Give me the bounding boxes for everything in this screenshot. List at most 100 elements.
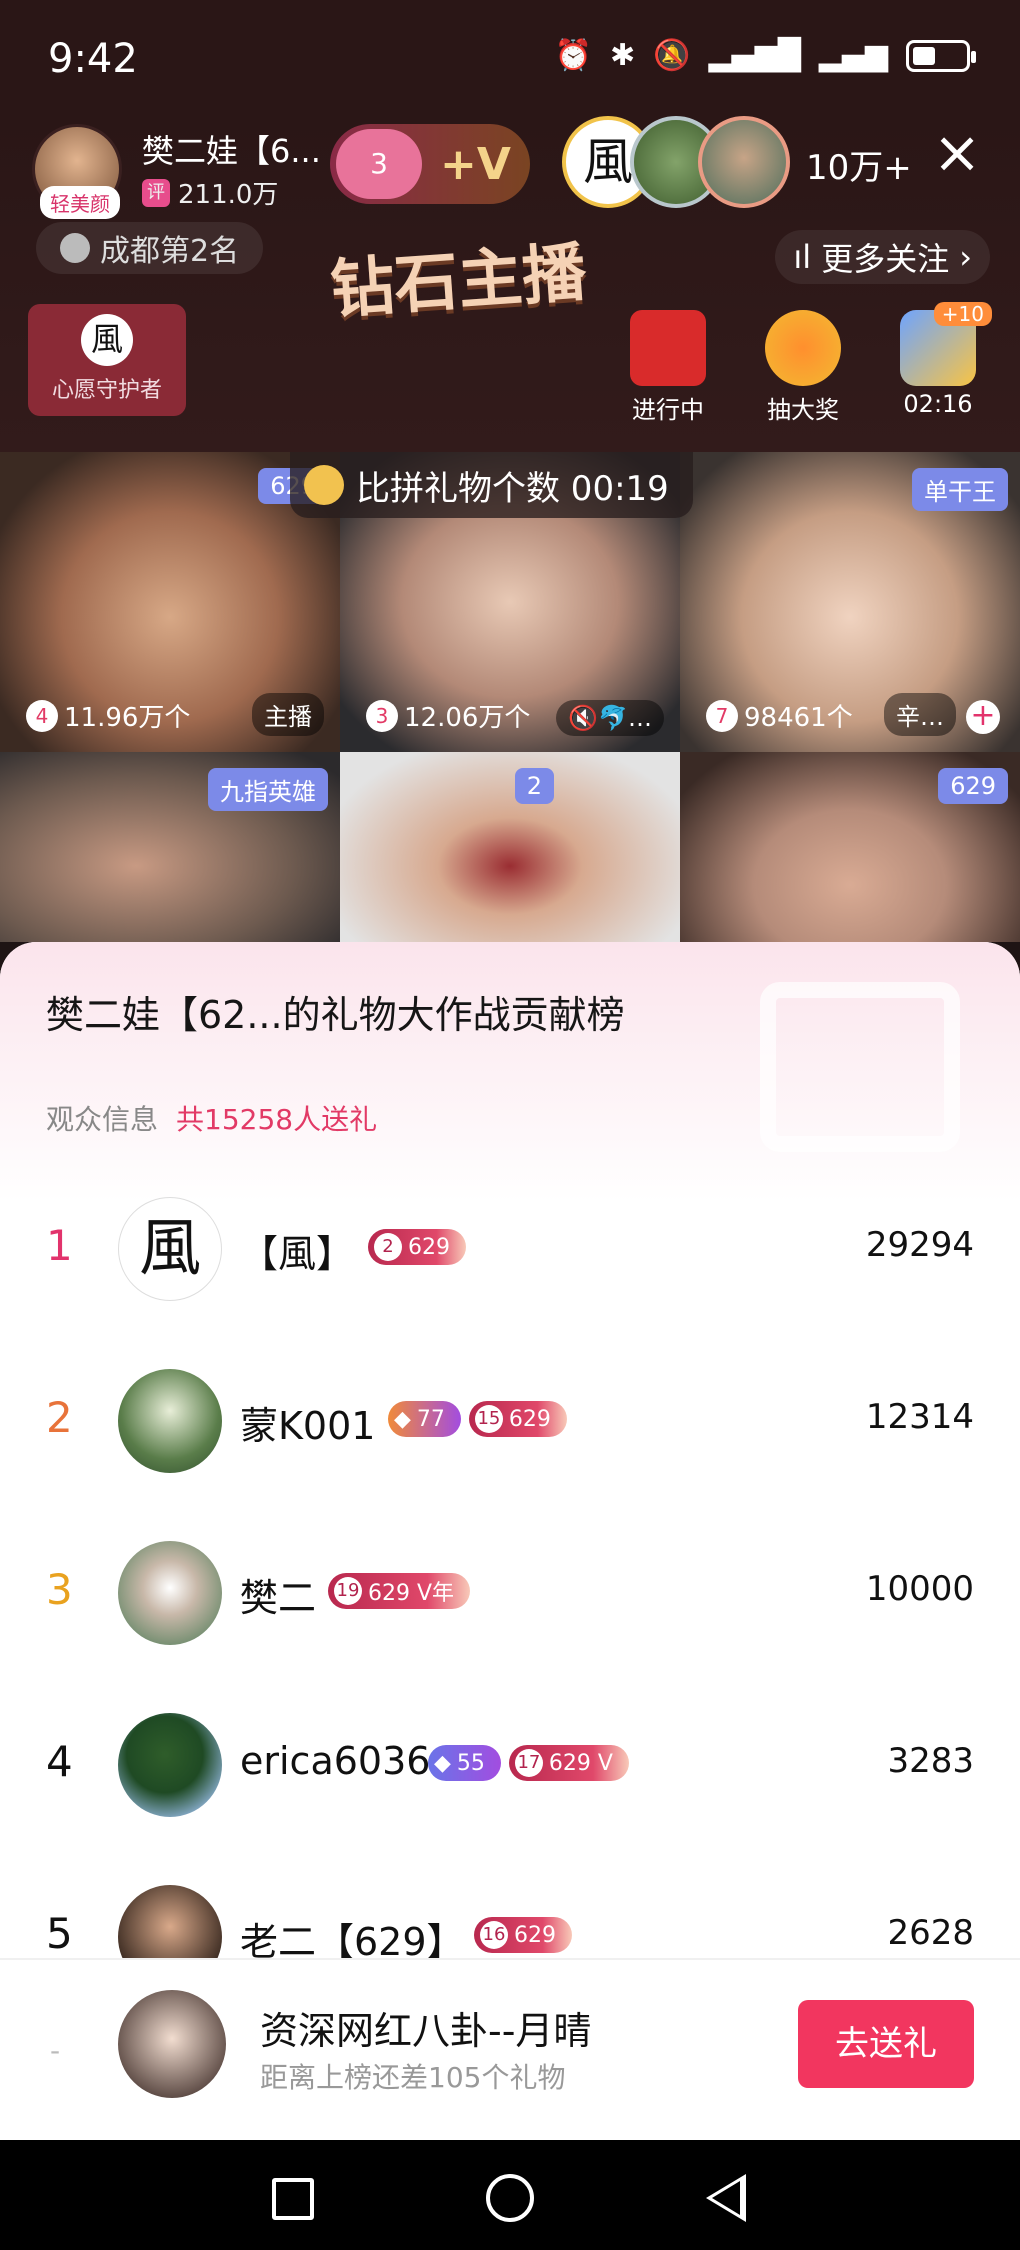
my-avatar[interactable] <box>118 1990 226 2098</box>
tile-tag: 九指英雄 <box>208 768 328 811</box>
gem-level: 77 <box>416 1406 445 1432</box>
tile-gift-count: 3 12.06万个 <box>366 697 530 734</box>
battle-timer: 比拼礼物个数 00:19 <box>290 452 693 518</box>
signal-icon: ▂▄▆█ <box>708 38 801 73</box>
tile-count-text: 98461个 <box>744 703 853 733</box>
activity-label: 进行中 <box>632 396 704 424</box>
gem-icon: ◆ <box>394 1406 411 1432</box>
activity-label: 抽大奖 <box>767 396 839 424</box>
fan-badge-level: 19 <box>334 1577 362 1605</box>
top-viewers[interactable]: 風 <box>562 112 802 212</box>
more-follow-button[interactable]: ıl 更多关注 › <box>775 230 990 284</box>
viewer-avatar[interactable] <box>698 116 790 208</box>
back-icon[interactable] <box>706 2174 746 2222</box>
activity-in-progress[interactable]: 进行中 <box>608 310 728 425</box>
tile-tag: 2 <box>514 768 554 804</box>
fan-badge-level: 17 <box>514 1749 543 1777</box>
mute-chip-icon[interactable]: 🔇🐬… <box>556 700 664 736</box>
status-icons: ⏰ ✱ 🔕 ▂▄▆█ ▂▄▆ <box>554 38 976 73</box>
viewer-count[interactable]: 10万+ <box>806 140 912 189</box>
battle-tile[interactable]: 2 <box>340 752 680 942</box>
activity-timer: 02:16 <box>903 390 973 418</box>
fan-v-label: +V <box>440 138 511 190</box>
tile-tag: 629 <box>938 768 1008 804</box>
user-badges: ◆ 55 17 629 V <box>428 1745 629 1781</box>
battle-tile[interactable]: 单干王 7 98461个 辛… + <box>680 452 1020 752</box>
rank-number: 2 <box>46 1393 73 1442</box>
tile-name-chip: 辛… <box>884 693 956 736</box>
follow-plus-icon[interactable]: + <box>966 700 1000 734</box>
city-rank-pill[interactable]: 成都第2名 <box>36 222 264 274</box>
user-name: erica6036 <box>240 1739 431 1783</box>
user-avatar[interactable] <box>118 1713 222 1817</box>
fan-badge: 17 629 V <box>508 1745 629 1781</box>
audience-info: 观众信息 共15258人送礼 <box>46 1098 377 1138</box>
battle-tile[interactable]: 九指英雄 <box>0 752 340 942</box>
battle-timer-text: 比拼礼物个数 00:19 <box>356 468 669 509</box>
fan-badge-text: 629 <box>408 1234 450 1260</box>
gem-level-badge: ◆ 77 <box>388 1401 461 1437</box>
activity-popularity[interactable]: +10 02:16 <box>878 302 998 418</box>
host-chip: 主播 <box>252 693 324 736</box>
leaderboard-row[interactable]: 4 erica6036 ◆ 55 17 629 V 3283 <box>0 1705 1020 1825</box>
battle-tile[interactable]: 629 4 11.96万个 主播 <box>0 452 340 752</box>
tile-gift-count: 7 98461个 <box>706 697 853 734</box>
host-info[interactable]: 轻美颜 樊二娃【6... 评 211.0万 <box>32 118 332 219</box>
clock-icon <box>60 233 90 263</box>
my-rank: - <box>50 2034 61 2067</box>
mute-icon: 🔕 <box>653 38 691 73</box>
fan-badge: 2 629 <box>368 1229 466 1265</box>
rank-number: 5 <box>46 1909 73 1958</box>
tile-tag: 单干王 <box>912 468 1008 511</box>
sheet-title: 樊二娃【62...的礼物大作战贡献榜 <box>46 993 625 1037</box>
host-name: 樊二娃【6... <box>142 132 321 170</box>
wish-guardian-button[interactable]: 風 心愿守护者 <box>28 304 186 416</box>
contribution-score: 2628 <box>887 1913 974 1953</box>
bluetooth-icon: ✱ <box>609 38 636 73</box>
contribution-score: 3283 <box>887 1741 974 1781</box>
user-badges: ◆ 77 15 629 <box>388 1401 567 1437</box>
live-header: 轻美颜 樊二娃【6... 评 211.0万 3 +V 風 10万+ × 成都第2… <box>0 110 1020 452</box>
audience-count: 共15258人送礼 <box>176 1103 378 1136</box>
status-bar: 9:42 ⏰ ✱ 🔕 ▂▄▆█ ▂▄▆ <box>0 0 1020 110</box>
alarm-icon: ⏰ <box>554 38 592 73</box>
leaderboard-row[interactable]: 1 風 【風】 2 629 29294 <box>0 1189 1020 1309</box>
fan-badge: 16 629 <box>474 1917 572 1953</box>
lottery-icon <box>765 310 841 386</box>
gift-contribution-sheet: 樊二娃【62...的礼物大作战贡献榜 观众信息 共15258人送礼 1 風 【風… <box>0 942 1020 2140</box>
recent-apps-icon[interactable] <box>272 2178 314 2220</box>
fan-badge-text: 629 V <box>548 1750 613 1776</box>
red-packet-icon <box>630 310 706 386</box>
wish-guardian-avatar: 風 <box>81 314 133 366</box>
leaderboard-row[interactable]: 3 樊二 19 629 V年 10000 <box>0 1533 1020 1653</box>
contribution-score: 12314 <box>865 1397 974 1437</box>
home-icon[interactable] <box>486 2174 534 2222</box>
gem-icon: ◆ <box>434 1750 451 1776</box>
contribution-score: 29294 <box>865 1225 974 1265</box>
close-icon[interactable]: × <box>932 123 982 181</box>
user-badges: 16 629 <box>474 1917 572 1953</box>
user-avatar[interactable]: 風 <box>118 1197 222 1301</box>
host-score: 评 211.0万 <box>142 174 278 211</box>
battery-icon <box>906 39 976 72</box>
activity-lottery[interactable]: 抽大奖 <box>743 310 863 425</box>
fan-club-button[interactable]: 3 +V <box>330 124 530 204</box>
leaderboard-row[interactable]: 2 蒙K001 ◆ 77 15 629 12314 <box>0 1361 1020 1481</box>
battle-tile[interactable]: 629 <box>680 752 1020 942</box>
user-avatar[interactable] <box>118 1369 222 1473</box>
rank-number: 4 <box>46 1737 73 1786</box>
contribution-score: 10000 <box>865 1569 974 1609</box>
tile-gift-count: 4 11.96万个 <box>26 697 190 734</box>
rank-number: 3 <box>46 1565 73 1614</box>
tile-rank-number: 7 <box>706 699 738 732</box>
user-avatar[interactable] <box>118 1541 222 1645</box>
audience-label: 观众信息 <box>46 1103 159 1136</box>
fan-badge-level: 16 <box>480 1921 508 1949</box>
fan-badge-level: 2 <box>374 1233 402 1261</box>
tile-rank-number: 4 <box>26 699 58 732</box>
rank-number: 1 <box>46 1221 73 1270</box>
send-gift-button[interactable]: 去送礼 <box>798 2000 974 2088</box>
more-follow-label: 更多关注 <box>821 240 950 278</box>
fan-badge-text: 629 V年 <box>368 1581 455 1606</box>
plus-badge: +10 <box>933 302 992 326</box>
